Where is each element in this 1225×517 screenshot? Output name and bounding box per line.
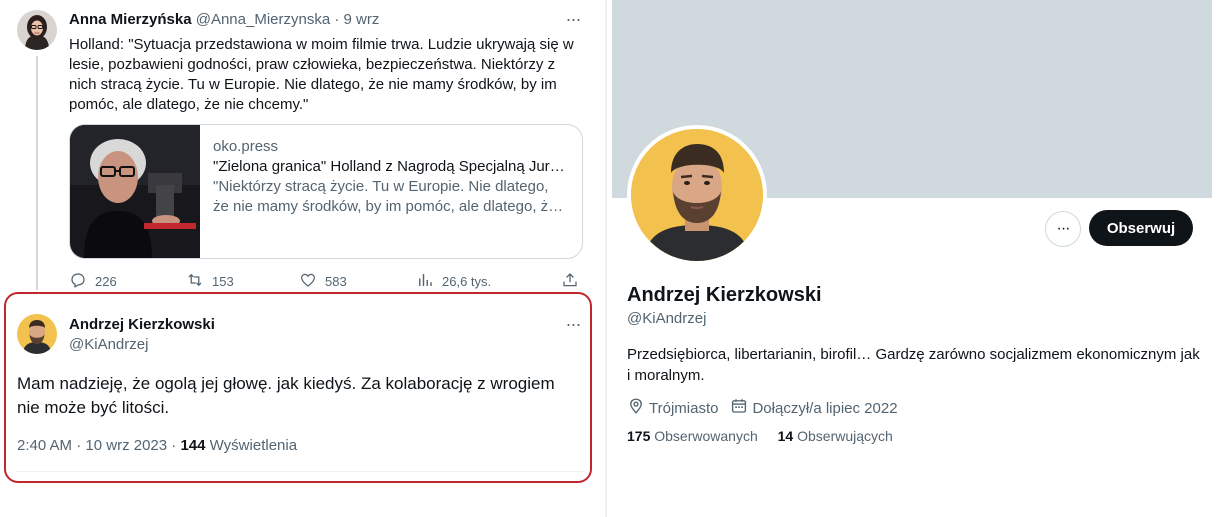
more-icon[interactable]: ··· [1045,211,1081,247]
separator-dot: · [76,437,82,454]
tweet-text: Holland: "Sytuacja przedstawiona w moim … [69,36,574,113]
author-name[interactable]: Anna Mierzyńska [69,11,192,28]
views-count: 26,6 tys. [442,274,492,289]
heart-icon [299,271,317,292]
avatar[interactable] [17,10,57,50]
reply-count: 226 [95,274,117,289]
card-title: "Zielona granica" Holland z Nagrodą Spec… [213,158,568,175]
card-description: "Niektórzy stracą życie. Tu w Europie. N… [213,178,564,215]
share-icon [561,271,579,292]
profile-handle: @KiAndrzej [627,310,707,327]
profile-bio: Przedsiębiorca, libertarianin, birofil… … [627,346,1200,384]
joined-text: Dołączył/a lipiec 2022 [752,399,898,417]
views-label[interactable]: Wyświetlenia [210,437,297,454]
tweet-time[interactable]: 2:40 AM [17,437,72,454]
profile-meta: Trójmiasto Dołączył/a lipiec 2022 [627,397,910,419]
followers-label: Obserwujących [797,428,893,444]
tweet-header: Anna Mierzyńska @Anna_Mierzynska · 9 wrz [69,11,379,28]
tweet-text: Mam nadzieję, że ogolą jej głowę. jak ki… [17,374,555,417]
author-handle[interactable]: @KiAndrzej [69,336,148,353]
followers-count: 14 [777,428,794,444]
profile-joined: Dołączył/a lipiec 2022 [730,397,898,419]
followers-link[interactable]: 14 Obserwujących [778,428,893,444]
retweet-button[interactable]: 153 [186,271,234,292]
more-icon[interactable]: ··· [563,314,583,334]
like-button[interactable]: 583 [299,271,347,292]
reply-icon [69,271,87,292]
tweet-thread: Anna Mierzyńska @Anna_Mierzynska · 9 wrz… [0,0,600,517]
column-divider [605,0,607,517]
profile-location: Trójmiasto [627,397,718,419]
thread-connector-line [36,56,38,290]
views-count[interactable]: 144 [180,437,205,454]
like-count: 583 [325,274,347,289]
tweet-meta: 2:40 AM · 10 wrz 2023 · 144 Wyświetlenia [17,437,297,454]
profile-stats: 175 Obserwowanych 14 Obserwujących [627,428,909,444]
card-thumbnail [70,125,200,258]
separator-dot: · [171,437,177,454]
tweet-date[interactable]: 10 wrz 2023 [85,437,167,454]
card-domain: oko.press [213,138,279,155]
profile-avatar[interactable] [627,125,767,265]
more-icon[interactable]: ··· [563,9,583,29]
share-button[interactable] [561,271,579,292]
views-button[interactable]: 26,6 tys. [416,271,491,292]
views-icon [416,271,434,292]
following-count: 175 [627,428,651,444]
avatar[interactable] [17,314,57,354]
card-body: oko.press "Zielona granica" Holland z Na… [213,137,568,217]
location-text: Trójmiasto [649,399,719,417]
divider [15,471,585,472]
author-name[interactable]: Andrzej Kierzkowski [69,316,215,333]
retweet-icon [186,271,204,292]
profile-panel: ··· Obserwuj Andrzej Kierzkowski @KiAndr… [612,0,1225,517]
link-card[interactable]: oko.press "Zielona granica" Holland z Na… [69,124,583,259]
retweet-count: 153 [212,274,234,289]
highlighted-reply-tweet[interactable]: Andrzej Kierzkowski @KiAndrzej ··· Mam n… [0,292,600,482]
follow-button[interactable]: Obserwuj [1089,210,1193,246]
separator-dot: · [334,11,340,28]
profile-name: Andrzej Kierzkowski [627,284,822,306]
following-label: Obserwowanych [654,428,758,444]
following-link[interactable]: 175 Obserwowanych [627,428,762,444]
tweet-actions: 226 153 583 26,6 tys. [69,271,584,293]
location-pin-icon [627,397,645,419]
calendar-icon [730,397,748,419]
author-handle[interactable]: @Anna_Mierzynska [196,11,330,28]
reply-button[interactable]: 226 [69,271,117,292]
tweet-date[interactable]: 9 wrz [344,11,380,28]
